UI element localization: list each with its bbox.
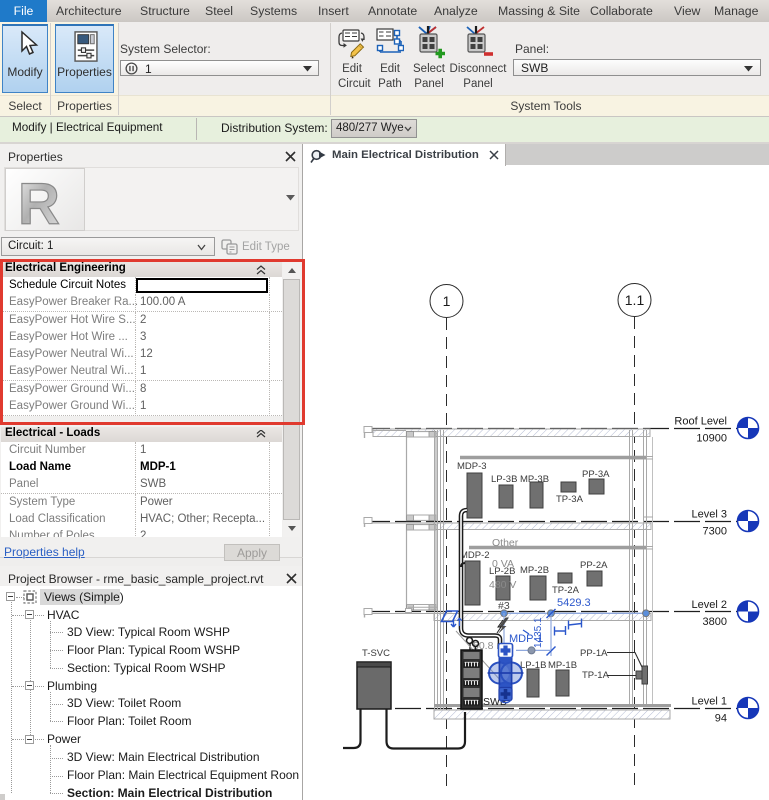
svg-text:1.1: 1.1 bbox=[625, 292, 645, 308]
svg-text:94: 94 bbox=[715, 713, 727, 725]
svg-text:Roof Level: Roof Level bbox=[674, 416, 727, 428]
svg-text:MDP-2: MDP-2 bbox=[460, 550, 490, 561]
svg-text:T-SVC: T-SVC bbox=[362, 648, 390, 659]
svg-text:PP-2A: PP-2A bbox=[580, 560, 608, 571]
svg-text:LP-1B: LP-1B bbox=[520, 660, 546, 671]
svg-text:Level 1: Level 1 bbox=[692, 696, 727, 708]
svg-text:TP-3A: TP-3A bbox=[556, 494, 584, 505]
svg-text:10900: 10900 bbox=[696, 433, 727, 445]
svg-text:3800: 3800 bbox=[703, 616, 727, 628]
svg-text:Level 3: Level 3 bbox=[692, 509, 727, 521]
svg-text:MDP-3: MDP-3 bbox=[457, 461, 487, 472]
svg-text:Other: Other bbox=[492, 537, 519, 549]
svg-text:Level 2: Level 2 bbox=[692, 599, 727, 611]
svg-text:MP-1B: MP-1B bbox=[548, 660, 577, 671]
svg-text:MP-2B: MP-2B bbox=[520, 565, 549, 576]
svg-text:MDP-1: MDP-1 bbox=[509, 633, 543, 645]
svg-text:PP-1A: PP-1A bbox=[580, 648, 608, 659]
svg-text:MP-3B: MP-3B bbox=[520, 474, 549, 485]
svg-text:0 VA: 0 VA bbox=[492, 558, 514, 570]
svg-text:TP-2A: TP-2A bbox=[552, 585, 580, 596]
svg-text:PP-3A: PP-3A bbox=[582, 469, 610, 480]
svg-text:LP-3B: LP-3B bbox=[491, 474, 517, 485]
svg-text:TP-1A: TP-1A bbox=[582, 670, 610, 681]
svg-text:R: R bbox=[18, 172, 60, 231]
svg-text:480 V: 480 V bbox=[489, 579, 516, 591]
svg-text:1: 1 bbox=[443, 293, 451, 309]
svg-text:7300: 7300 bbox=[703, 526, 727, 538]
svg-text:5429.3: 5429.3 bbox=[557, 597, 591, 609]
